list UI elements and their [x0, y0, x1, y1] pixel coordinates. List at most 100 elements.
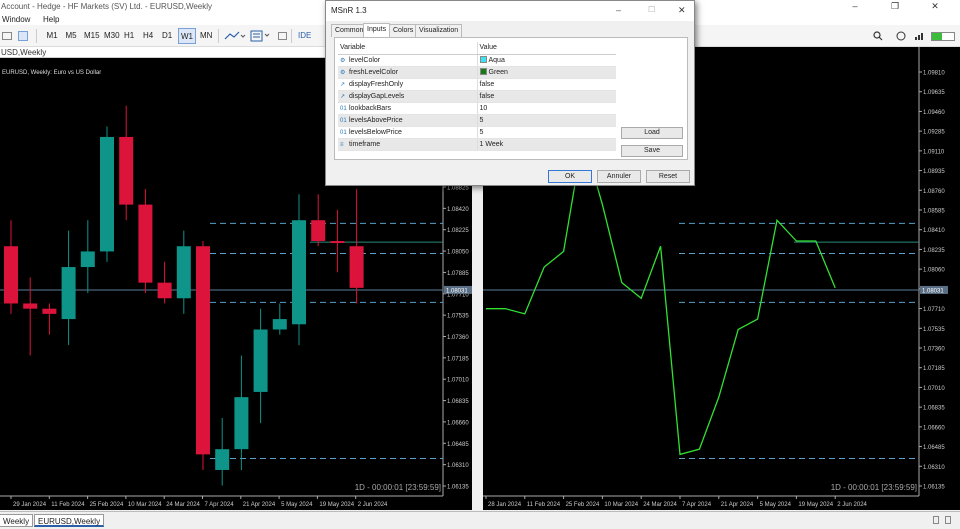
param-value: Aqua: [488, 57, 505, 64]
date-tick-label: 10 Mar 2024: [604, 502, 638, 508]
param-row[interactable]: ⚙ levelColor Aqua: [338, 54, 616, 67]
tf-mn-button[interactable]: MN: [198, 28, 214, 44]
param-value-cell[interactable]: 5: [477, 114, 616, 127]
chart-timer: 1D - 00:00:01 [23:59:59]: [355, 483, 441, 492]
tf-d1-button[interactable]: D1: [160, 28, 174, 44]
chart-type-icon[interactable]: [224, 31, 246, 41]
price-tick-label: 1.08935: [923, 169, 945, 175]
price-tick-label: 1.07360: [923, 347, 945, 353]
param-row[interactable]: ≡ timeframe 1 Week: [338, 138, 616, 151]
cancel-button[interactable]: Annuler: [597, 170, 641, 183]
column-header-variable: Variable: [338, 42, 478, 55]
indicator-icon[interactable]: [278, 32, 287, 40]
price-tick-label: 1.08235: [923, 248, 945, 254]
param-value-cell[interactable]: false: [477, 78, 616, 91]
tab-colors[interactable]: Colors: [389, 24, 418, 37]
inputs-table: Variable Value ⚙ levelColor Aqua ⚙ freshLeve…: [338, 42, 616, 151]
param-row[interactable]: ⚙ freshLevelColor Green: [338, 66, 616, 79]
param-row[interactable]: 01 levelsBelowPrice 5: [338, 126, 616, 139]
tf-m1-button[interactable]: M1: [44, 28, 60, 44]
current-price-label: 1.08031: [922, 288, 944, 294]
account-icon[interactable]: [896, 31, 906, 41]
ok-button[interactable]: OK: [548, 170, 592, 183]
param-value: false: [479, 80, 495, 88]
bool-icon: ↗: [340, 93, 346, 100]
candle-body: [253, 329, 268, 392]
candle-body: [61, 267, 76, 320]
candle-body: [100, 136, 114, 252]
menu-help[interactable]: Help: [43, 15, 59, 24]
minimize-button[interactable]: –: [840, 0, 870, 13]
load-button[interactable]: Load: [621, 127, 683, 139]
date-tick-label: 21 Apr 2024: [243, 502, 276, 508]
chart-icon[interactable]: [18, 31, 28, 41]
color-icon: ⚙: [340, 69, 346, 76]
param-row[interactable]: 01 levelsAbovePrice 5: [338, 114, 616, 127]
date-tick-label: 29 Jan 2024: [13, 502, 47, 508]
param-row[interactable]: 01 lookbackBars 10: [338, 102, 616, 115]
price-tick-label: 1.08050: [447, 250, 469, 256]
profiles-icon[interactable]: [2, 32, 12, 40]
param-value-cell[interactable]: Green: [477, 66, 616, 79]
dialog-close-button[interactable]: ✕: [678, 5, 686, 16]
tab-common[interactable]: Common: [331, 24, 368, 37]
price-tick-label: 1.07535: [923, 327, 945, 333]
int-icon: 01: [340, 105, 347, 112]
tab-eurusd-weekly[interactable]: EURUSD,Weekly: [34, 514, 105, 527]
connection-bar: [931, 32, 955, 41]
date-tick-label: 25 Feb 2024: [90, 502, 124, 508]
template-icon[interactable]: [250, 30, 272, 42]
tab-weekly[interactable]: Weekly: [0, 514, 34, 527]
param-value-cell[interactable]: Aqua: [477, 54, 616, 67]
tf-h4-button[interactable]: H4: [141, 28, 155, 44]
param-row[interactable]: ↗ displayFreshOnly false: [338, 78, 616, 91]
int-icon: 01: [340, 129, 347, 136]
tf-h1-button[interactable]: H1: [122, 28, 136, 44]
search-icon[interactable]: [873, 31, 883, 41]
param-value: false: [479, 92, 495, 100]
param-row[interactable]: ↗ displayGapLevels false: [338, 90, 616, 103]
param-value-cell[interactable]: false: [477, 90, 616, 103]
tf-m5-button[interactable]: M5: [63, 28, 79, 44]
param-name: displayFreshOnly: [349, 80, 404, 88]
tab-visualization[interactable]: Visualization: [415, 24, 463, 37]
restore-button[interactable]: ❐: [880, 0, 910, 13]
price-tick-label: 1.09635: [923, 90, 945, 96]
tf-m30-button[interactable]: M30: [102, 28, 120, 44]
date-tick-label: 25 Feb 2024: [566, 502, 600, 508]
tf-m15-button[interactable]: M15: [82, 28, 100, 44]
signal-icon[interactable]: [914, 31, 924, 41]
param-name: levelsAbovePrice: [349, 116, 403, 124]
param-name: timeframe: [349, 140, 381, 148]
window-title: Account - Hedge - HF Markets (SV) Ltd. -…: [1, 2, 213, 11]
tab-scroll-right-icon[interactable]: [945, 516, 951, 524]
candle-body: [215, 449, 230, 470]
candle-body: [176, 246, 191, 299]
param-value-cell[interactable]: 1 Week: [477, 138, 616, 151]
price-tick-label: 1.06135: [447, 485, 469, 491]
dialog-minimize-button[interactable]: –: [616, 5, 621, 15]
param-value-cell[interactable]: 10: [477, 102, 616, 115]
close-button[interactable]: ✕: [920, 0, 950, 13]
param-value: 5: [479, 116, 484, 124]
tab-inputs[interactable]: Inputs: [363, 23, 391, 37]
tab-scroll-left-icon[interactable]: [933, 516, 939, 524]
ide-button[interactable]: IDE: [296, 28, 312, 44]
param-name: displayGapLevels: [349, 92, 405, 100]
reset-button[interactable]: Reset: [646, 170, 690, 183]
param-value-cell[interactable]: 5: [477, 126, 616, 139]
price-tick-label: 1.07185: [447, 356, 469, 362]
price-tick-label: 1.06660: [923, 425, 945, 431]
save-button[interactable]: Save: [621, 145, 683, 157]
tf-w1-button[interactable]: W1: [178, 28, 196, 44]
price-tick-label: 1.09110: [923, 149, 945, 155]
dialog-title-bar: MSnR 1.3 – ☐ ✕: [326, 1, 694, 21]
price-tick-label: 1.09460: [923, 110, 945, 116]
dialog-maximize-button[interactable]: ☐: [648, 5, 655, 14]
candle-body: [119, 136, 134, 205]
date-tick-label: 2 Jun 2024: [837, 502, 867, 508]
menu-window[interactable]: Window: [2, 15, 30, 24]
param-name: freshLevelColor: [349, 68, 399, 76]
param-name: lookbackBars: [349, 104, 392, 112]
candle-body: [80, 251, 95, 268]
